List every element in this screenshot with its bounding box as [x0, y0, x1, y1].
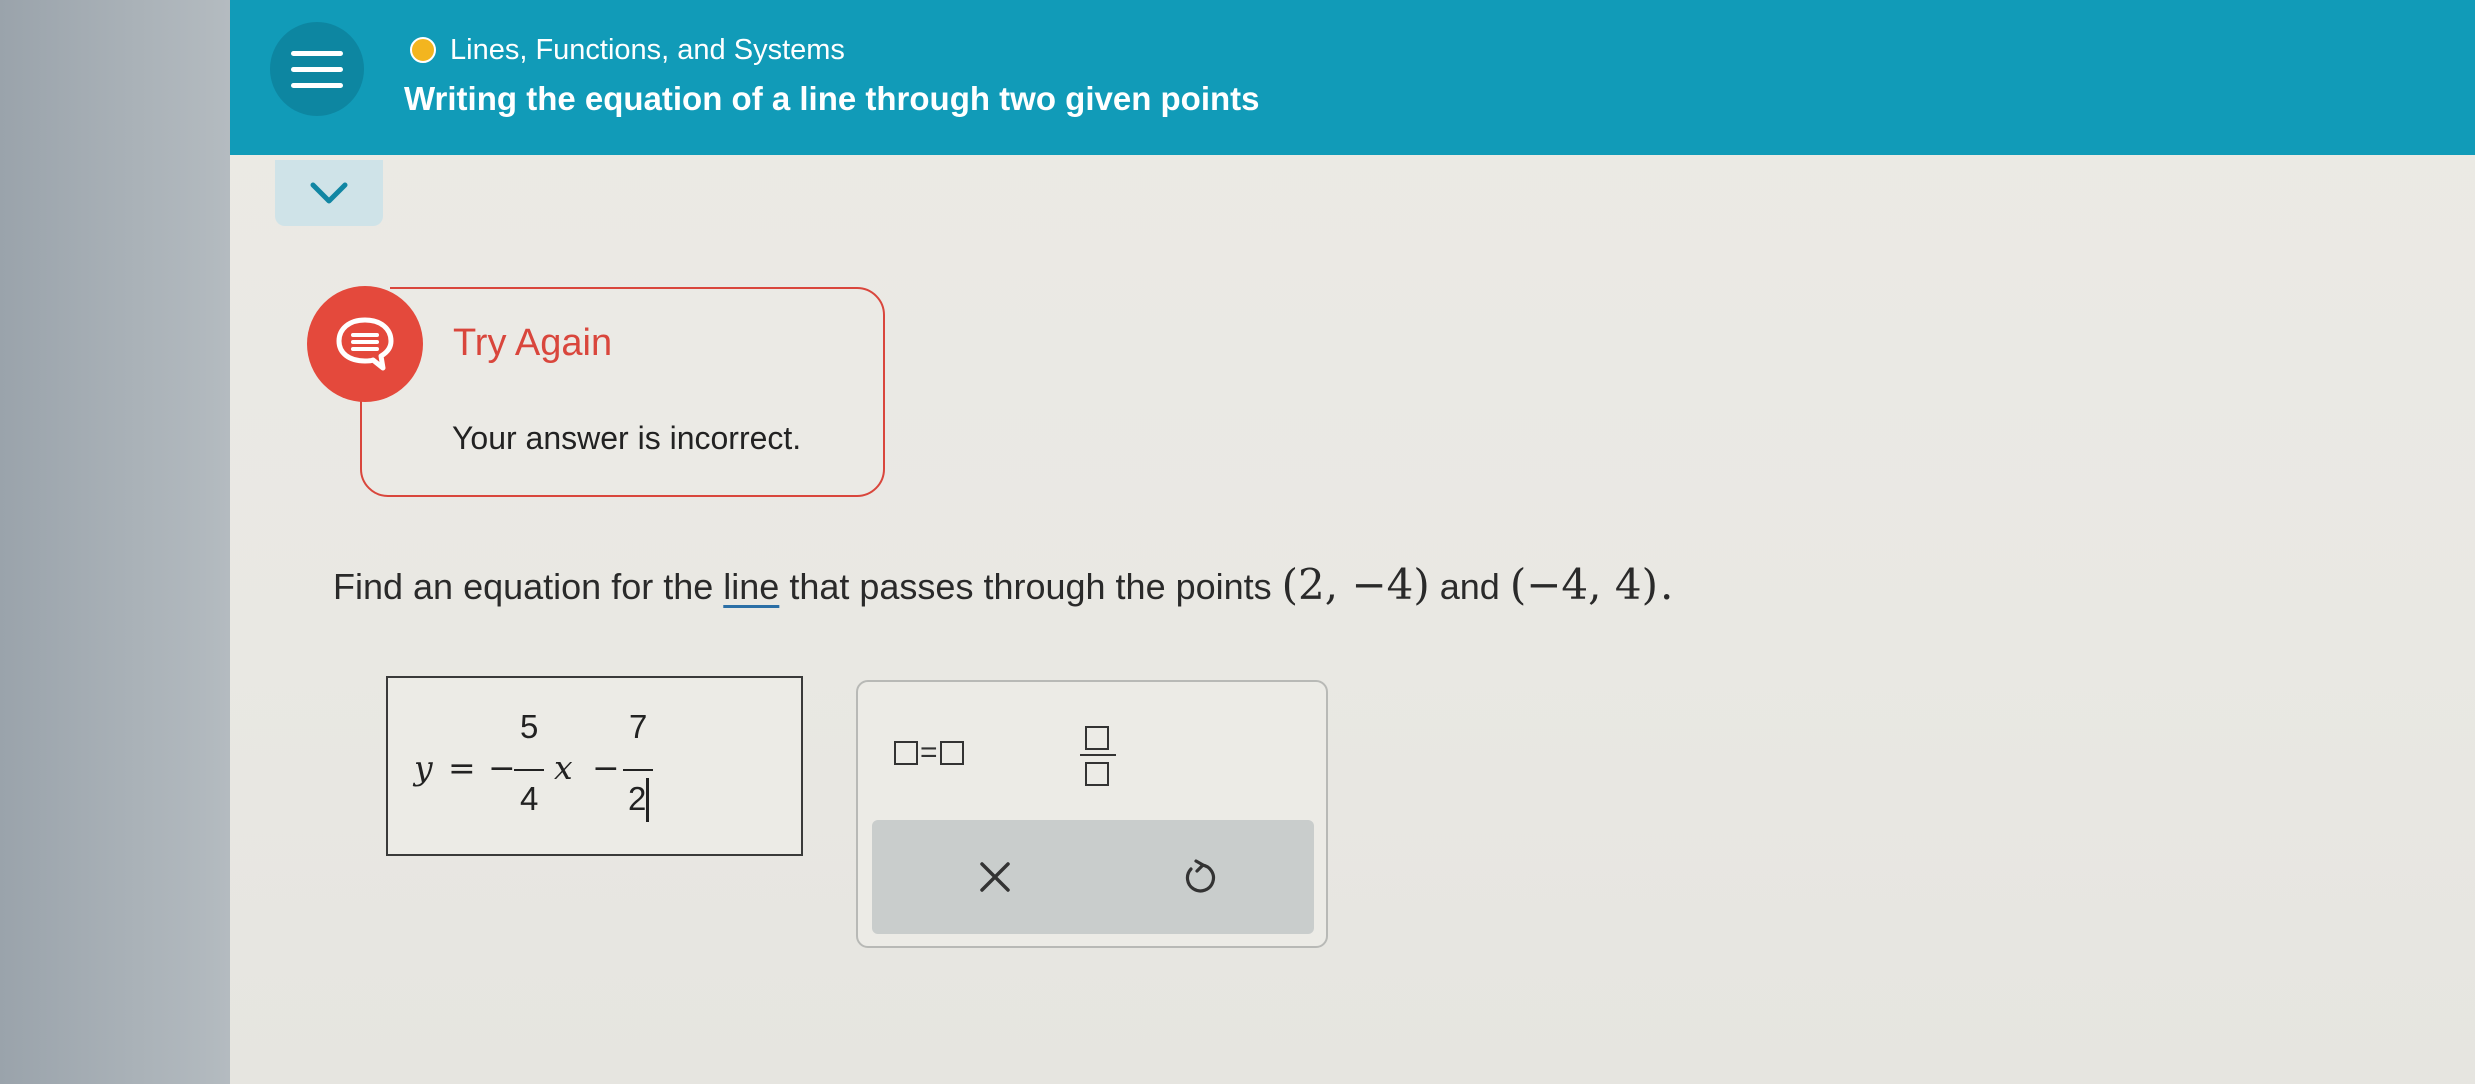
topic-breadcrumb: Lines, Functions, and Systems: [410, 30, 845, 70]
header-bar: [230, 0, 2475, 155]
fraction-template-icon: [1085, 726, 1109, 750]
undo-button[interactable]: [1174, 852, 1224, 902]
speech-bubble-icon: [336, 317, 394, 371]
answer-equation: y = − 5 4 x − 7 2: [414, 708, 794, 828]
question-text: Find an equation for the line that passe…: [333, 560, 1673, 609]
question-middle: that passes through the points: [789, 566, 1272, 607]
hamburger-icon: [291, 50, 343, 56]
equals-sign: =: [920, 736, 938, 769]
feedback-panel: [360, 287, 885, 497]
collapse-toggle-button[interactable]: [275, 160, 383, 226]
point-1: (2, −4): [1281, 560, 1430, 609]
hamburger-icon-bar: [291, 66, 343, 72]
frac1-numerator: 5: [520, 708, 539, 745]
equation-template-icon-right: [939, 741, 964, 765]
eq-variable: x: [554, 748, 573, 787]
frac2-denominator: 2: [628, 780, 647, 817]
eq-lhs: y: [414, 748, 433, 787]
topic-status-dot-icon: [410, 37, 436, 63]
answer-input[interactable]: y = − 5 4 x − 7 2: [386, 676, 803, 856]
feedback-title: Try Again: [453, 322, 613, 364]
outer-frame: [0, 0, 230, 1084]
equation-template-icon: [894, 741, 918, 765]
frac2-bar: [623, 769, 653, 771]
frac1-denominator: 4: [520, 780, 539, 817]
eq-minus-2: −: [592, 748, 620, 787]
fraction-template-icon-bottom: [1085, 762, 1109, 786]
topic-label: Lines, Functions, and Systems: [450, 33, 845, 66]
chevron-down-icon: [310, 182, 348, 204]
undo-icon: [1185, 859, 1215, 893]
frac2-numerator: 7: [629, 708, 648, 745]
feedback-badge: [307, 286, 423, 402]
glossary-link-line[interactable]: line: [723, 566, 779, 608]
clear-x-icon: [980, 862, 1010, 892]
clear-button[interactable]: [970, 852, 1020, 902]
fraction-template-button[interactable]: [1078, 720, 1118, 790]
page-area: [230, 0, 2475, 1084]
equation-template-button[interactable]: =: [894, 736, 964, 770]
frac1-bar: [514, 769, 544, 771]
question-prefix: Find an equation for the: [333, 566, 714, 607]
eq-minus-1: −: [488, 748, 516, 787]
lesson-title: Writing the equation of a line through t…: [404, 80, 1260, 117]
menu-button[interactable]: [270, 22, 364, 116]
question-suffix: .: [1659, 560, 1674, 609]
fraction-template-bar: [1080, 754, 1116, 756]
app-root: Lines, Functions, and Systems Writing th…: [0, 0, 2475, 1084]
eq-equals: =: [448, 748, 476, 787]
tool-action-bar: [872, 820, 1314, 934]
question-conjunction: and: [1439, 566, 1500, 607]
math-tool-panel: =: [856, 680, 1328, 948]
hamburger-icon-bar: [291, 82, 343, 88]
point-2: (−4, 4): [1509, 560, 1658, 609]
feedback-message: Your answer is incorrect.: [452, 420, 802, 456]
text-cursor: [646, 778, 649, 822]
